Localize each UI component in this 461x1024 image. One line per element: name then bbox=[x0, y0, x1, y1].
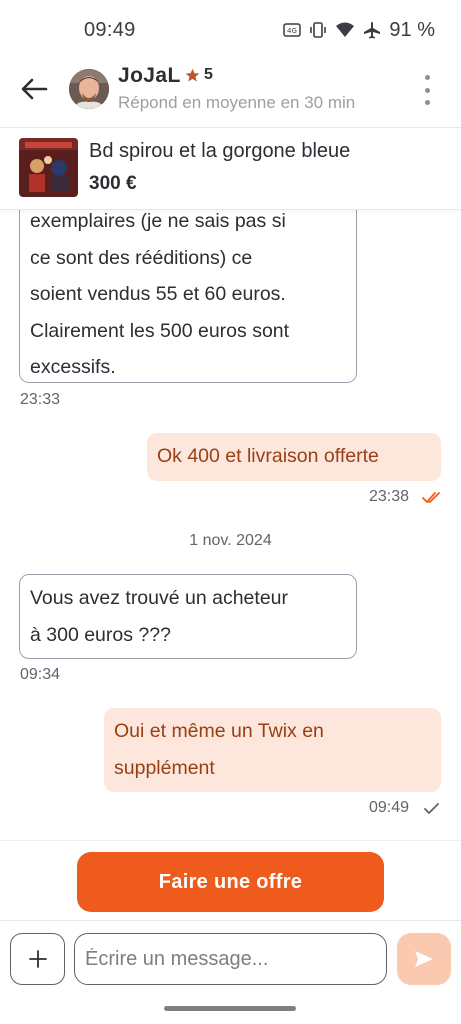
message-line: Oui et même un Twix en bbox=[114, 720, 324, 742]
message-line: Clairement les 500 euros sont bbox=[30, 319, 290, 342]
message-line: soient vendus 55 et 60 euros. bbox=[30, 283, 286, 305]
send-icon bbox=[415, 951, 433, 967]
message-time: 09:49 bbox=[369, 799, 410, 816]
response-time: Répond en moyenne en 30 min bbox=[118, 93, 356, 112]
sent-check-icon bbox=[424, 803, 439, 814]
message-time: 23:38 bbox=[369, 488, 410, 505]
message-input[interactable] bbox=[74, 933, 387, 985]
product-thumbnail bbox=[19, 138, 78, 197]
message-line: à 300 euros ??? bbox=[30, 623, 171, 646]
kebab-menu-icon[interactable] bbox=[418, 75, 436, 105]
date-separator: 1 nov. 2024 bbox=[189, 532, 272, 549]
plus-icon bbox=[28, 950, 47, 968]
back-button[interactable] bbox=[20, 76, 50, 102]
message-line: Vous avez trouvé un acheteur bbox=[30, 587, 289, 609]
svg-text:4G: 4G bbox=[287, 27, 297, 35]
message-bubble-incoming[interactable]: exemplaires (je ne sais pas si ce sont d… bbox=[19, 210, 357, 383]
message-bubble-outgoing[interactable]: Oui et même un Twix en supplément bbox=[104, 708, 441, 792]
message-line: Ok 400 et livraison offerte bbox=[157, 445, 379, 467]
message-line: exemplaires (je ne sais pas si bbox=[30, 210, 286, 232]
rating-value: 5 bbox=[204, 66, 213, 83]
product-price: 300 € bbox=[89, 173, 137, 194]
seller-name[interactable]: JoJaL bbox=[118, 64, 181, 88]
add-attachment-button[interactable] bbox=[10, 933, 65, 985]
message-line: ce sont des rééditions) ce bbox=[30, 246, 253, 269]
message-list[interactable]: exemplaires (je ne sais pas si ce sont d… bbox=[0, 210, 461, 840]
message-time: 09:34 bbox=[20, 666, 61, 683]
chat-header: JoJaL 5 Répond en moyenne en 30 min bbox=[0, 60, 461, 126]
message-bubble-incoming[interactable]: Vous avez trouvé un acheteur à 300 euros… bbox=[19, 574, 357, 659]
status-time: 09:49 bbox=[84, 18, 136, 41]
star-icon bbox=[185, 68, 200, 81]
message-line: excessifs. bbox=[30, 356, 116, 378]
product-title: Bd spirou et la gorgone bleue bbox=[89, 140, 351, 162]
product-bar[interactable]: Bd spirou et la gorgone bleue 300 € bbox=[0, 127, 461, 210]
vibrate-icon bbox=[309, 21, 327, 39]
offer-area: Faire une offre bbox=[0, 840, 461, 920]
message-time: 23:33 bbox=[20, 391, 61, 408]
message-composer bbox=[0, 920, 461, 1000]
send-button[interactable] bbox=[397, 933, 451, 985]
wifi-icon bbox=[335, 21, 355, 39]
status-icons: 4G 91 % bbox=[283, 19, 435, 42]
back-arrow-icon bbox=[21, 78, 48, 100]
battery-level: 91 % bbox=[389, 18, 435, 41]
message-bubble-outgoing[interactable]: Ok 400 et livraison offerte bbox=[147, 433, 441, 481]
airplane-icon bbox=[363, 21, 381, 39]
message-line: supplément bbox=[114, 756, 215, 779]
make-offer-button[interactable]: Faire une offre bbox=[77, 852, 384, 912]
seller-rating: 5 bbox=[185, 66, 213, 84]
home-indicator[interactable] bbox=[164, 1006, 296, 1011]
status-bar: 09:49 4G 91 % bbox=[0, 0, 461, 60]
avatar[interactable] bbox=[69, 69, 109, 109]
read-receipt-icon bbox=[422, 492, 440, 503]
hd-voice-icon: 4G bbox=[283, 22, 302, 38]
